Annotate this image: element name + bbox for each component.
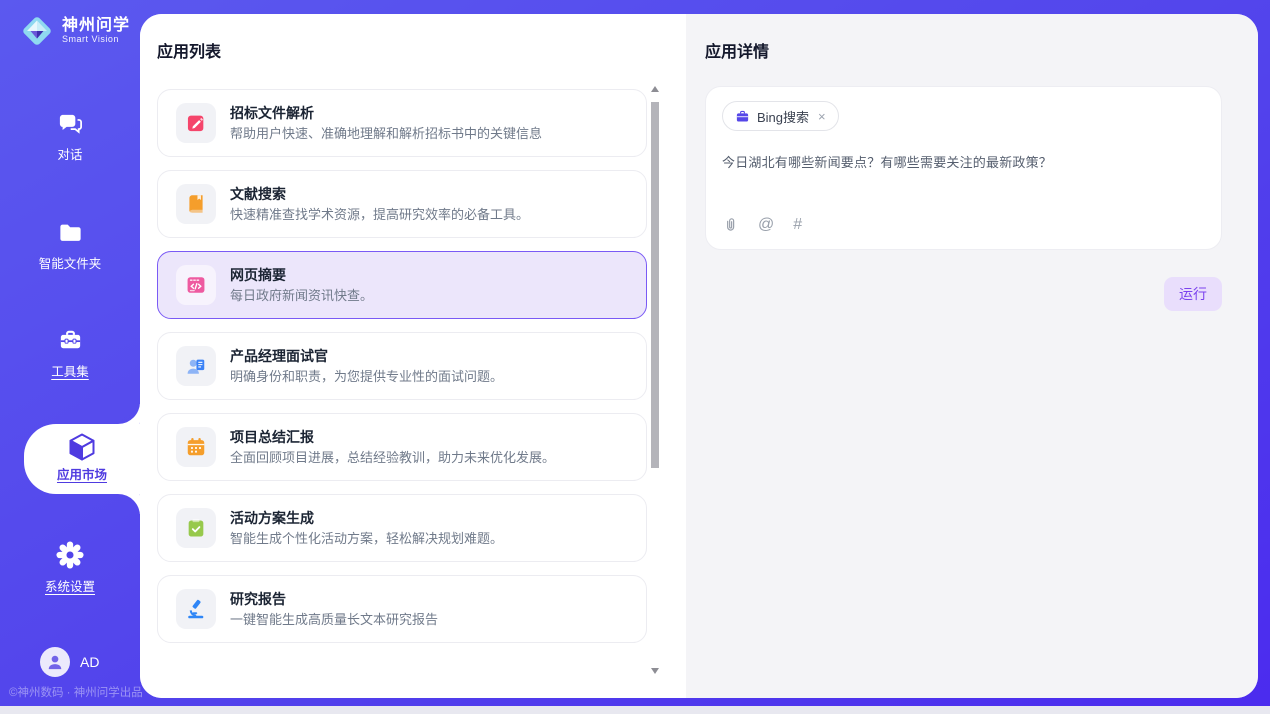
app-card-web-summary[interactable]: 网页摘要 每日政府新闻资讯快查。 bbox=[157, 251, 647, 319]
brand-tagline: Smart Vision bbox=[62, 35, 130, 44]
bottom-edge-strip bbox=[0, 706, 1270, 714]
attachment-icon[interactable] bbox=[722, 216, 739, 233]
clipboard-check-icon bbox=[176, 508, 216, 548]
app-detail-title: 应用详情 bbox=[705, 38, 1222, 62]
prompt-input[interactable]: 今日湖北有哪些新闻要点？有哪些需要关注的最新政策？ bbox=[722, 152, 1205, 171]
microscope-icon bbox=[176, 589, 216, 629]
app-card-list: 招标文件解析 帮助用户快速、准确地理解和解析招标书中的关键信息 文献搜索 快速精… bbox=[157, 89, 647, 649]
briefcase-icon bbox=[735, 109, 750, 124]
sidebar-item-label: 工具集 bbox=[0, 361, 140, 380]
sidebar-item-chat[interactable]: 对话 bbox=[0, 110, 140, 163]
app-card-bid-analysis[interactable]: 招标文件解析 帮助用户快速、准确地理解和解析招标书中的关键信息 bbox=[157, 89, 647, 157]
app-card-literature-search[interactable]: 文献搜索 快速精准查找学术资源，提高研究效率的必备工具。 bbox=[157, 170, 647, 238]
scrollbar-thumb[interactable] bbox=[651, 102, 659, 468]
brand-name: 神州问学 bbox=[62, 18, 130, 35]
cube-icon bbox=[67, 431, 97, 461]
interviewer-icon bbox=[176, 346, 216, 386]
logo-gem-icon bbox=[18, 12, 56, 50]
app-card-title: 活动方案生成 bbox=[230, 510, 503, 527]
gear-icon bbox=[56, 541, 84, 569]
sidebar: 神州问学 Smart Vision 对话 智能文件夹 工具集 bbox=[0, 0, 140, 706]
prompt-card: Bing搜索 × 今日湖北有哪些新闻要点？有哪些需要关注的最新政策？ @ # bbox=[705, 86, 1222, 250]
book-icon bbox=[176, 184, 216, 224]
folder-icon bbox=[57, 219, 84, 246]
app-card-title: 产品经理面试官 bbox=[230, 348, 503, 365]
sidebar-item-label: 应用市场 bbox=[24, 464, 140, 483]
chat-icon bbox=[57, 110, 84, 137]
sidebar-item-settings[interactable]: 系统设置 bbox=[0, 541, 140, 595]
sidebar-item-smart-folders[interactable]: 智能文件夹 bbox=[0, 219, 140, 272]
scroll-up-arrow[interactable] bbox=[651, 86, 659, 92]
app-logo: 神州问学 Smart Vision bbox=[18, 12, 130, 50]
sidebar-item-label: 系统设置 bbox=[0, 576, 140, 595]
app-card-description: 智能生成个性化活动方案，轻松解决规划难题。 bbox=[230, 531, 503, 547]
app-card-description: 全面回顾项目进展，总结经验教训，助力未来优化发展。 bbox=[230, 450, 555, 466]
app-card-title: 研究报告 bbox=[230, 591, 438, 608]
app-card-description: 每日政府新闻资讯快查。 bbox=[230, 288, 373, 304]
app-detail-panel: 应用详情 Bing搜索 × 今日湖北有哪些新闻要点？有哪些需要关注的最新政策？ … bbox=[686, 14, 1258, 698]
app-card-research-report[interactable]: 研究报告 一键智能生成高质量长文本研究报告 bbox=[157, 575, 647, 643]
app-card-description: 帮助用户快速、准确地理解和解析招标书中的关键信息 bbox=[230, 126, 542, 142]
app-card-title: 招标文件解析 bbox=[230, 105, 542, 122]
scroll-down-arrow[interactable] bbox=[651, 668, 659, 674]
tool-chip-label: Bing搜索 bbox=[757, 107, 809, 126]
chip-close-icon[interactable]: × bbox=[818, 110, 826, 123]
app-card-project-summary[interactable]: 项目总结汇报 全面回顾项目进展，总结经验教训，助力未来优化发展。 bbox=[157, 413, 647, 481]
run-button[interactable]: 运行 bbox=[1164, 277, 1222, 311]
composer-toolbar: @ # bbox=[722, 216, 1205, 235]
app-card-description: 快速精准查找学术资源，提高研究效率的必备工具。 bbox=[230, 207, 529, 223]
scrollbar bbox=[650, 68, 660, 688]
person-icon bbox=[45, 652, 65, 672]
app-list-panel: 应用列表 招标文件解析 帮助用户快速、准确地理解和解析招标书中的关键信息 bbox=[140, 14, 686, 698]
copyright-footer: ©神州数码 · 神州问学出品 bbox=[9, 684, 140, 700]
browser-code-icon bbox=[176, 265, 216, 305]
toolbox-icon bbox=[57, 327, 84, 354]
sidebar-item-label: 对话 bbox=[0, 144, 140, 163]
app-card-title: 项目总结汇报 bbox=[230, 429, 555, 446]
app-card-pm-interviewer[interactable]: 产品经理面试官 明确身份和职责，为您提供专业性的面试问题。 bbox=[157, 332, 647, 400]
sidebar-item-app-market[interactable]: 应用市场 bbox=[24, 424, 140, 494]
avatar bbox=[40, 647, 70, 677]
calendar-icon bbox=[176, 427, 216, 467]
mention-icon[interactable]: @ bbox=[758, 217, 774, 233]
app-card-event-plan[interactable]: 活动方案生成 智能生成个性化活动方案，轻松解决规划难题。 bbox=[157, 494, 647, 562]
tool-chip-bing-search[interactable]: Bing搜索 × bbox=[722, 101, 839, 131]
user-account[interactable]: AD bbox=[40, 647, 99, 677]
sidebar-item-toolset[interactable]: 工具集 bbox=[0, 327, 140, 380]
edit-doc-icon bbox=[176, 103, 216, 143]
content-panel: 应用列表 招标文件解析 帮助用户快速、准确地理解和解析招标书中的关键信息 bbox=[140, 14, 1258, 698]
app-card-title: 文献搜索 bbox=[230, 186, 529, 203]
sidebar-item-label: 智能文件夹 bbox=[0, 253, 140, 272]
hash-icon[interactable]: # bbox=[793, 217, 802, 233]
app-card-title: 网页摘要 bbox=[230, 267, 373, 284]
app-list-title: 应用列表 bbox=[157, 38, 686, 62]
app-card-description: 一键智能生成高质量长文本研究报告 bbox=[230, 612, 438, 628]
user-name: AD bbox=[80, 654, 99, 670]
app-card-description: 明确身份和职责，为您提供专业性的面试问题。 bbox=[230, 369, 503, 385]
